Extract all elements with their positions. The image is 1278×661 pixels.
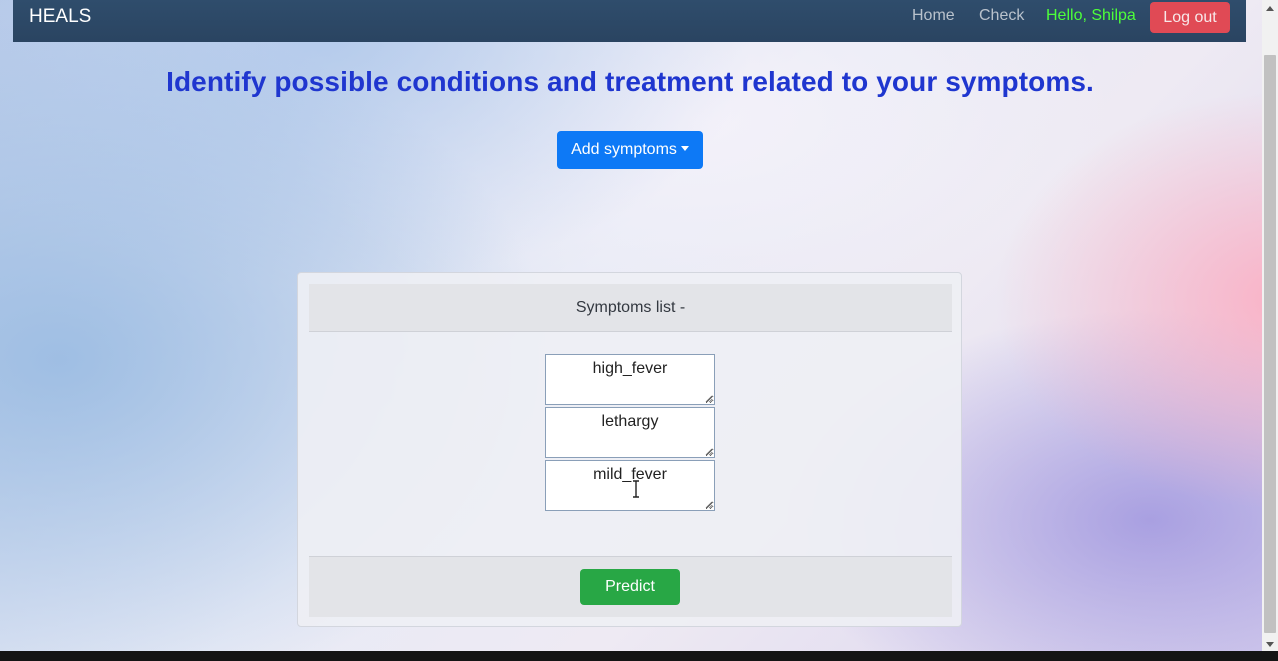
symptom-value: mild_fever: [593, 466, 667, 483]
bottom-strip: [0, 651, 1278, 661]
brand-link[interactable]: HEALS: [29, 6, 91, 28]
resize-grip-icon[interactable]: [705, 501, 713, 509]
symptoms-card-header: Symptoms list -: [309, 284, 952, 332]
caret-down-icon: [680, 146, 689, 151]
nav-check-link[interactable]: Check: [979, 7, 1024, 25]
vertical-scrollbar[interactable]: [1262, 0, 1278, 651]
add-symptoms-label: Add symptoms: [571, 141, 677, 158]
symptom-textarea[interactable]: high_fever: [545, 354, 715, 405]
symptoms-card-footer: Predict: [309, 556, 952, 617]
scroll-up-arrow-icon[interactable]: [1266, 6, 1274, 11]
resize-grip-icon[interactable]: [705, 395, 713, 403]
symptoms-card: Symptoms list - high_fever lethargy mild…: [297, 272, 962, 627]
symptom-value: lethargy: [601, 413, 659, 430]
symptom-textarea[interactable]: mild_fever: [545, 460, 715, 511]
symptom-value: high_fever: [592, 360, 668, 377]
page-headline: Identify possible conditions and treatme…: [166, 66, 1094, 97]
scroll-down-arrow-icon[interactable]: [1266, 642, 1274, 647]
browser-viewport: HEALS Home Check Hello, Shilpa Log out I…: [0, 0, 1262, 651]
text-cursor-icon: [633, 480, 639, 498]
top-navbar: HEALS Home Check Hello, Shilpa Log out: [13, 0, 1246, 42]
nav-home-link[interactable]: Home: [912, 7, 955, 25]
resize-grip-icon[interactable]: [705, 448, 713, 456]
logout-button[interactable]: Log out: [1150, 2, 1230, 33]
scrollbar-thumb[interactable]: [1264, 55, 1276, 633]
add-symptoms-dropdown-button[interactable]: Add symptoms: [557, 131, 703, 169]
predict-button[interactable]: Predict: [580, 569, 680, 605]
symptom-textarea[interactable]: lethargy: [545, 407, 715, 458]
user-greeting: Hello, Shilpa: [1046, 7, 1136, 24]
page: HEALS Home Check Hello, Shilpa Log out I…: [0, 0, 1278, 661]
